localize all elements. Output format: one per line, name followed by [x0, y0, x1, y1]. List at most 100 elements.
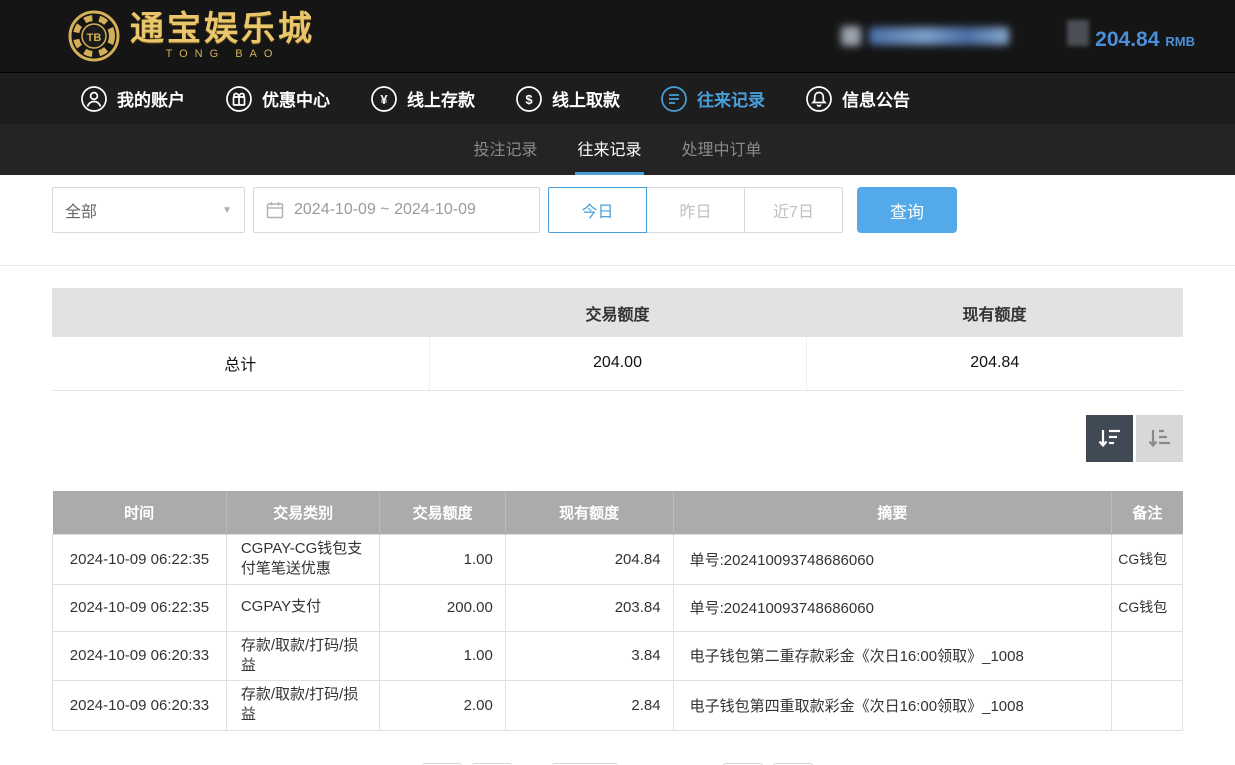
user-badge-icon: [841, 26, 861, 46]
nav-label: 优惠中心: [262, 86, 330, 111]
summary-row: 总计 204.00 204.84: [52, 337, 1183, 390]
cell-summary: 电子钱包第二重存款彩金《次日16:00领取》_1008: [673, 631, 1112, 681]
brand-subtitle: TONG BAO: [130, 49, 315, 60]
nav-label: 往来记录: [697, 86, 765, 111]
cell-balance: 3.84: [505, 631, 673, 681]
cell-balance: 203.84: [505, 584, 673, 631]
table-row: 2024-10-09 06:22:35 CGPAY-CG钱包支付笔笔送优惠 1.…: [53, 535, 1183, 585]
cell-type: 存款/取款/打码/损益: [226, 631, 380, 681]
cell-note: [1112, 631, 1183, 681]
cell-amount: 2.00: [380, 681, 505, 731]
col-header-time: 时间: [53, 491, 227, 535]
tab-transaction-records[interactable]: 往来记录: [575, 124, 643, 175]
summary-transaction-amount: 204.00: [429, 337, 806, 390]
table-row: 2024-10-09 06:20:33 存款/取款/打码/损益 1.00 3.8…: [53, 631, 1183, 681]
quick-range-yesterday[interactable]: 昨日: [646, 187, 745, 233]
cell-note: CG钱包: [1112, 535, 1183, 585]
col-header-balance: 现有额度: [505, 491, 673, 535]
cell-summary: 单号:202410093748686060: [673, 535, 1112, 585]
record-tabs: 投注记录 往来记录 处理中订单: [0, 124, 1235, 175]
gift-icon: [225, 85, 253, 113]
cell-balance: 204.84: [505, 535, 673, 585]
wallet-icon: [1067, 20, 1089, 46]
sort-descending-icon: [1097, 425, 1123, 451]
cell-amount: 1.00: [380, 631, 505, 681]
balance-amount: 204.84: [1095, 28, 1159, 52]
logo-monogram: TB: [87, 32, 102, 44]
cell-type: 存款/取款/打码/损益: [226, 681, 380, 731]
calendar-icon: [266, 201, 284, 219]
sort-ascending-button[interactable]: [1136, 415, 1183, 462]
summary-header-current: 现有额度: [806, 288, 1183, 337]
quick-range-last7days[interactable]: 近7日: [744, 187, 843, 233]
date-range-value: 2024-10-09 ~ 2024-10-09: [294, 201, 476, 219]
brand-name: 通宝娱乐城: [130, 12, 315, 46]
main-navigation: 我的账户 优惠中心 ¥ 线上存款 $ 线上取款 往来记录 信息公告: [0, 72, 1235, 124]
summary-total-label: 总计: [52, 337, 429, 390]
table-row: 2024-10-09 06:20:33 存款/取款/打码/损益 2.00 2.8…: [53, 681, 1183, 731]
cell-note: [1112, 681, 1183, 731]
nav-item-online-deposit[interactable]: ¥ 线上存款: [370, 85, 475, 113]
records-icon: [660, 85, 688, 113]
filter-bar: 全部 ▼ 2024-10-09 ~ 2024-10-09 今日 昨日 近7日 查…: [52, 187, 1183, 233]
sort-descending-button[interactable]: [1086, 415, 1133, 462]
bell-icon: [805, 85, 833, 113]
col-header-type: 交易类别: [226, 491, 380, 535]
sort-controls: [52, 415, 1183, 462]
nav-item-my-account[interactable]: 我的账户: [80, 85, 185, 113]
search-button[interactable]: 查询: [857, 187, 957, 233]
withdraw-icon: $: [515, 85, 543, 113]
cell-summary: 电子钱包第四重取款彩金《次日16:00领取》_1008: [673, 681, 1112, 731]
records-header-row: 时间 交易类别 交易额度 现有额度 摘要 备注: [53, 491, 1183, 535]
masked-username: [869, 27, 1009, 45]
top-bar: TB 通宝娱乐城 TONG BAO 204.84 RMB: [0, 0, 1235, 72]
table-row: 2024-10-09 06:22:35 CGPAY支付 200.00 203.8…: [53, 584, 1183, 631]
col-header-note: 备注: [1112, 491, 1183, 535]
cell-type: CGPAY支付: [226, 584, 380, 631]
cell-amount: 1.00: [380, 535, 505, 585]
type-select-value: 全部: [65, 198, 97, 222]
account-balance: 204.84 RMB: [1067, 20, 1195, 52]
summary-header-blank: [52, 288, 429, 337]
quick-range-group: 今日 昨日 近7日: [548, 187, 843, 233]
svg-text:¥: ¥: [380, 92, 388, 107]
nav-item-announcements[interactable]: 信息公告: [805, 85, 910, 113]
nav-item-online-withdraw[interactable]: $ 线上取款: [515, 85, 620, 113]
poker-chip-icon: TB: [68, 10, 120, 62]
user-icon: [80, 85, 108, 113]
sort-ascending-icon: [1147, 425, 1173, 451]
type-select[interactable]: 全部 ▼: [52, 187, 245, 233]
quick-range-today[interactable]: 今日: [548, 187, 647, 233]
nav-label: 线上取款: [552, 86, 620, 111]
records-table: 时间 交易类别 交易额度 现有额度 摘要 备注 2024-10-09 06:22…: [52, 491, 1183, 731]
brand-logo[interactable]: TB 通宝娱乐城 TONG BAO: [68, 10, 315, 62]
cell-balance: 2.84: [505, 681, 673, 731]
col-header-summary: 摘要: [673, 491, 1112, 535]
tab-betting-records[interactable]: 投注记录: [471, 124, 539, 175]
section-divider: [0, 265, 1235, 266]
summary-table: 交易额度 现有额度 总计 204.00 204.84: [52, 288, 1183, 391]
cell-time: 2024-10-09 06:20:33: [53, 681, 227, 731]
date-range-input[interactable]: 2024-10-09 ~ 2024-10-09: [253, 187, 540, 233]
cell-time: 2024-10-09 06:22:35: [53, 535, 227, 585]
chevron-down-icon: ▼: [222, 205, 232, 216]
nav-item-transaction-records[interactable]: 往来记录: [660, 85, 765, 113]
balance-currency: RMB: [1165, 34, 1195, 49]
nav-label: 线上存款: [407, 86, 475, 111]
svg-text:$: $: [525, 92, 533, 107]
cell-note: CG钱包: [1112, 584, 1183, 631]
tab-pending-orders[interactable]: 处理中订单: [680, 124, 764, 175]
nav-label: 信息公告: [842, 86, 910, 111]
nav-label: 我的账户: [117, 86, 185, 111]
account-username-masked: [841, 26, 1009, 46]
summary-header-transaction: 交易额度: [429, 288, 806, 337]
summary-current-amount: 204.84: [806, 337, 1183, 390]
col-header-amount: 交易额度: [380, 491, 505, 535]
cell-time: 2024-10-09 06:20:33: [53, 631, 227, 681]
cell-type: CGPAY-CG钱包支付笔笔送优惠: [226, 535, 380, 585]
nav-item-promotions[interactable]: 优惠中心: [225, 85, 330, 113]
deposit-icon: ¥: [370, 85, 398, 113]
cell-summary: 单号:202410093748686060: [673, 584, 1112, 631]
cell-amount: 200.00: [380, 584, 505, 631]
cell-time: 2024-10-09 06:22:35: [53, 584, 227, 631]
